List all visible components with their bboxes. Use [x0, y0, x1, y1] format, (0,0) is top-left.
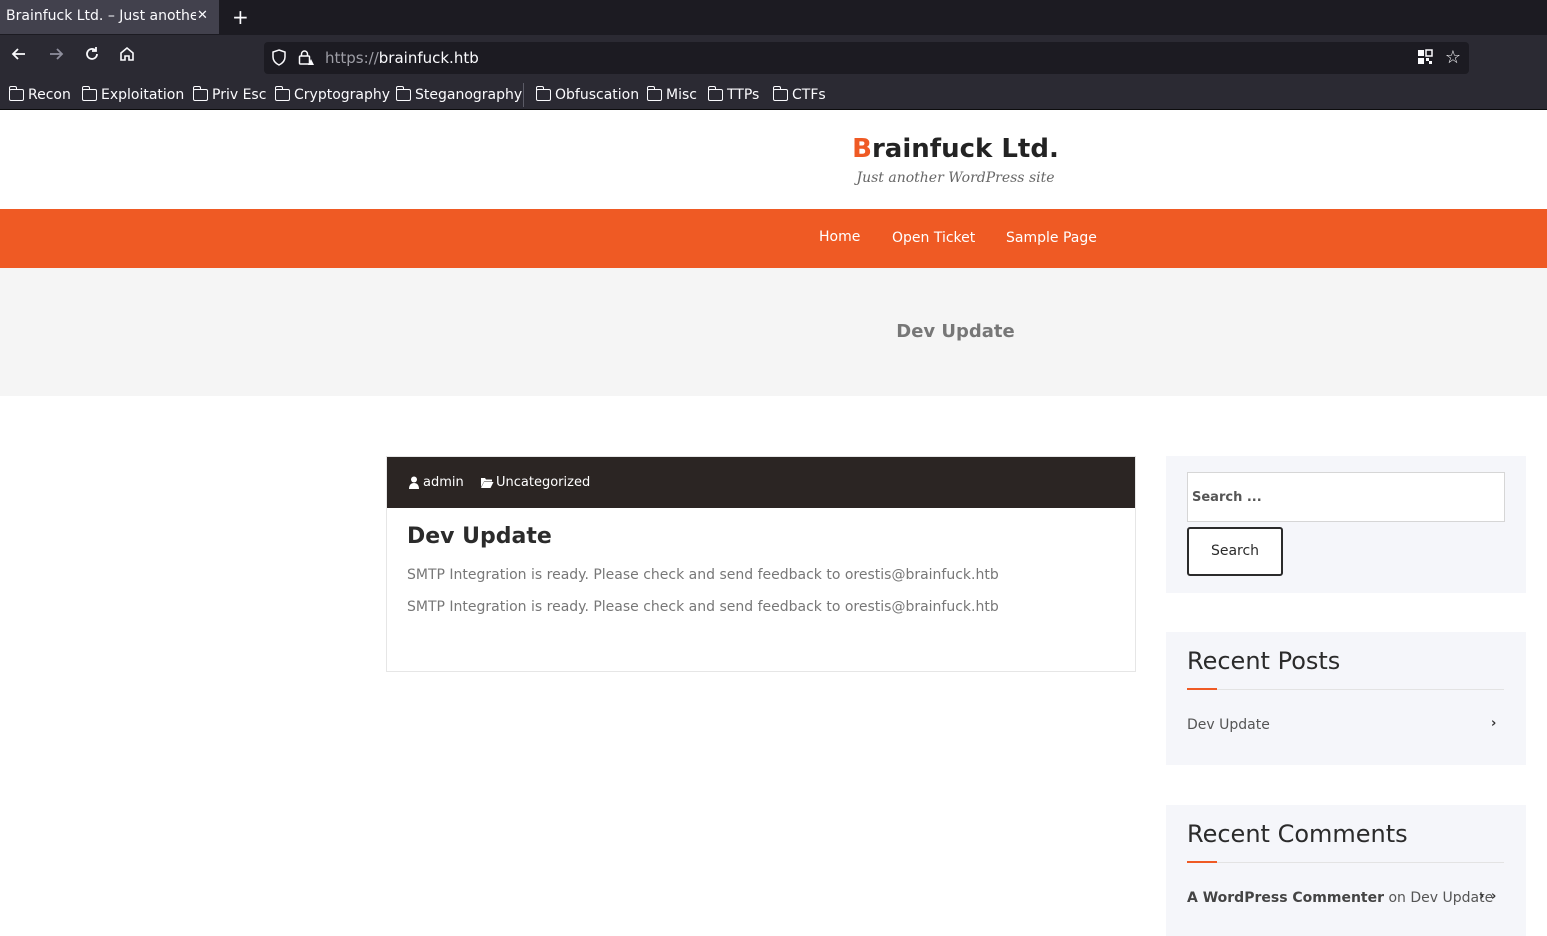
- post-author[interactable]: admin: [407, 475, 464, 490]
- widget-accent-line: [1187, 861, 1217, 863]
- comment-author-link[interactable]: A WordPress Commenter: [1187, 890, 1384, 906]
- folder-icon: [9, 86, 24, 101]
- site-title[interactable]: Brainfuck Ltd.: [0, 134, 1547, 164]
- forward-button[interactable]: [45, 45, 67, 69]
- new-tab-button[interactable]: +: [232, 5, 249, 29]
- search-input[interactable]: Search ...: [1187, 472, 1505, 522]
- folder-icon: [647, 86, 662, 101]
- recent-post-link[interactable]: Dev Update: [1187, 717, 1270, 733]
- bookmark-folder-obfuscation[interactable]: Obfuscation: [536, 84, 639, 106]
- bookmark-folder-ctfs[interactable]: CTFs: [773, 84, 826, 106]
- site-header: Brainfuck Ltd. Just another WordPress si…: [0, 110, 1547, 209]
- bookmark-folder-exploitation[interactable]: Exploitation: [82, 84, 184, 106]
- widget-divider: [1187, 862, 1504, 863]
- widget-divider: [1187, 689, 1504, 690]
- post-category[interactable]: Uncategorized: [480, 475, 590, 490]
- bookmark-folder-steganography[interactable]: Steganography: [396, 84, 522, 106]
- bookmark-star-icon[interactable]: ☆: [1445, 47, 1461, 68]
- folder-icon: [275, 86, 290, 101]
- tab-active[interactable]: Brainfuck Ltd. – Just another WordPress …: [0, 0, 219, 34]
- home-icon: [120, 46, 134, 61]
- back-button[interactable]: [8, 45, 30, 69]
- folder-icon: [396, 86, 411, 101]
- page-banner: Dev Update: [0, 268, 1547, 396]
- search-button[interactable]: Search: [1187, 527, 1283, 576]
- shield-icon[interactable]: [272, 49, 286, 66]
- user-icon: [409, 476, 419, 489]
- folder-icon: [773, 86, 788, 101]
- bookmark-folder-recon[interactable]: Recon: [9, 84, 71, 106]
- search-widget: Search ... Search: [1166, 456, 1526, 593]
- folder-icon: [708, 86, 723, 101]
- folder-icon: [536, 86, 551, 101]
- post-paragraph: SMTP Integration is ready. Please check …: [407, 567, 999, 583]
- recent-posts-widget: Recent Posts Dev Update ›: [1166, 632, 1526, 765]
- recent-comments-widget: Recent Comments A WordPress Commenter on…: [1166, 805, 1526, 936]
- menu-item-open-ticket[interactable]: Open Ticket: [892, 230, 975, 246]
- reload-button[interactable]: [81, 45, 103, 69]
- folder-icon: [193, 86, 208, 101]
- post-article: admin Uncategorized Dev Update SMTP Inte…: [386, 456, 1136, 672]
- page-title: Dev Update: [896, 321, 1015, 342]
- back-arrow-icon: [11, 48, 25, 60]
- menu-item-sample-page[interactable]: Sample Page: [1006, 230, 1097, 246]
- chevron-right-icon: ›: [1491, 716, 1497, 731]
- url-text[interactable]: https://brainfuck.htb: [325, 49, 479, 67]
- home-button[interactable]: [116, 45, 138, 69]
- chevron-right-icon: ›: [1491, 889, 1497, 904]
- bookmark-folder-misc[interactable]: Misc: [647, 84, 697, 106]
- bookmark-folder-cryptography[interactable]: Cryptography: [275, 84, 390, 106]
- primary-menu: Home Open Ticket Sample Page: [0, 209, 1547, 268]
- qr-code-icon[interactable]: [1417, 49, 1433, 65]
- lock-warning-icon[interactable]: [298, 49, 315, 66]
- bookmark-separator: [523, 83, 524, 107]
- chevron-right-icon: ›: [1479, 889, 1485, 904]
- menu-item-home[interactable]: Home: [819, 229, 860, 245]
- site-tagline: Just another WordPress site: [856, 170, 1055, 186]
- bookmark-folder-priv-esc[interactable]: Priv Esc: [193, 84, 266, 106]
- recent-comments-title: Recent Comments: [1187, 820, 1408, 848]
- folder-icon: [82, 86, 97, 101]
- post-meta-bar: admin Uncategorized: [387, 457, 1135, 508]
- folder-open-icon: [481, 478, 494, 488]
- widget-accent-line: [1187, 688, 1217, 690]
- tab-title: Brainfuck Ltd. – Just another WordPress …: [6, 8, 196, 24]
- navigation-toolbar: https://brainfuck.htb ☆: [0, 35, 1547, 80]
- close-tab-icon[interactable]: ✕: [197, 8, 208, 23]
- address-bar[interactable]: https://brainfuck.htb ☆: [264, 42, 1469, 74]
- forward-arrow-icon: [50, 48, 64, 60]
- bookmark-folder-ttps[interactable]: TTPs: [708, 84, 759, 106]
- tab-strip: Brainfuck Ltd. – Just another WordPress …: [0, 0, 1547, 35]
- post-title[interactable]: Dev Update: [407, 524, 552, 549]
- recent-posts-title: Recent Posts: [1187, 647, 1341, 675]
- post-paragraph: SMTP Integration is ready. Please check …: [407, 599, 999, 615]
- bookmarks-toolbar: Recon Exploitation Priv Esc Cryptography…: [0, 80, 1547, 110]
- recent-comment-item: A WordPress Commenter on Dev Update: [1187, 890, 1494, 906]
- reload-icon: [86, 47, 98, 60]
